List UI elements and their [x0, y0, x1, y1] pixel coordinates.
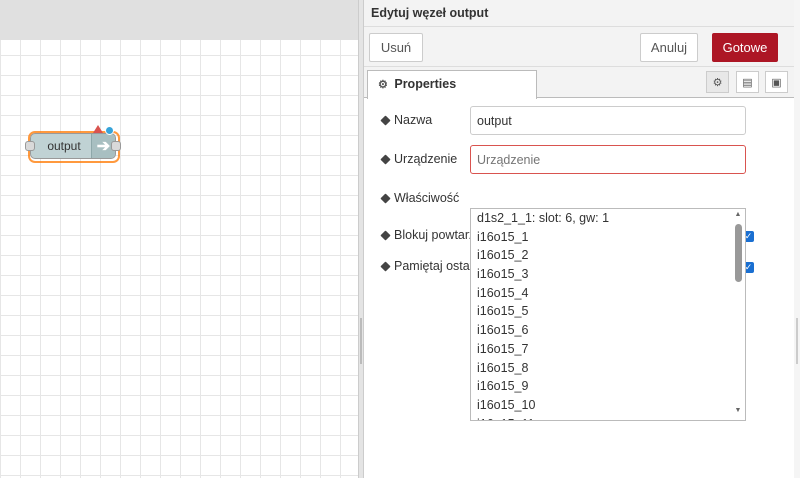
tab-properties-label: Properties	[394, 77, 457, 91]
right-scroll-edge	[794, 0, 800, 478]
block-repeat-label: Blokuj powtarz	[380, 228, 475, 242]
node-output-port[interactable]	[111, 141, 121, 151]
divider-grip[interactable]	[360, 318, 362, 364]
remember-last-label: Pamiętaj ostat	[380, 259, 473, 273]
right-grip[interactable]	[796, 318, 798, 364]
device-input[interactable]	[470, 145, 746, 174]
flow-workspace[interactable]: output ➔	[0, 0, 358, 478]
appearance-icon[interactable]: ▣	[765, 71, 788, 93]
dropdown-item[interactable]: d1s2_1_1: slot: 6, gw: 1	[471, 209, 745, 228]
tray-tabs: ⚙ Properties ⚙ ▤ ▣	[364, 67, 800, 99]
dropdown-item[interactable]: i16o15_11	[471, 415, 745, 420]
properties-form: Nazwa Urządzenie Właściwość Blokuj powta…	[364, 98, 800, 478]
property-label: Właściwość	[380, 191, 459, 205]
dropdown-item[interactable]: i16o15_4	[471, 284, 745, 303]
tray-toolbar: Usuń Anuluj Gotowe	[364, 27, 800, 67]
changed-indicator-icon	[105, 126, 114, 135]
dropdown-item[interactable]: i16o15_3	[471, 265, 745, 284]
dropdown-item[interactable]: i16o15_9	[471, 377, 745, 396]
scroll-up-icon[interactable]: ▲	[733, 211, 743, 221]
scroll-thumb[interactable]	[735, 224, 742, 282]
tag-icon	[380, 261, 391, 272]
cancel-button[interactable]: Anuluj	[640, 33, 698, 62]
name-input[interactable]	[470, 106, 746, 135]
delete-button[interactable]: Usuń	[369, 33, 423, 62]
node-selection-outline	[28, 131, 120, 163]
dropdown-item[interactable]: i16o15_7	[471, 340, 745, 359]
edit-tray: Edytuj węzeł output Usuń Anuluj Gotowe ⚙…	[364, 0, 800, 478]
warning-icon	[93, 125, 103, 133]
dropdown-item[interactable]: i16o15_8	[471, 359, 745, 378]
done-button[interactable]: Gotowe	[712, 33, 778, 62]
dropdown-item[interactable]: i16o15_1	[471, 228, 745, 247]
description-icon[interactable]: ▤	[736, 71, 759, 93]
device-dropdown-list[interactable]: d1s2_1_1: slot: 6, gw: 1 i16o15_1 i16o15_2…	[470, 208, 746, 421]
tab-properties[interactable]: ⚙ Properties	[367, 70, 537, 99]
dropdown-item[interactable]: i16o15_2	[471, 246, 745, 265]
device-label: Urządzenie	[380, 152, 457, 166]
scroll-down-icon[interactable]: ▼	[733, 407, 743, 417]
tag-icon	[380, 193, 391, 204]
dropdown-item[interactable]: i16o15_6	[471, 321, 745, 340]
node-input-port[interactable]	[25, 141, 35, 151]
output-node[interactable]: output ➔	[25, 125, 121, 163]
gear-icon: ⚙	[378, 79, 388, 91]
settings-gear-icon[interactable]: ⚙	[706, 71, 729, 93]
workspace-header-strip	[0, 0, 358, 40]
dropdown-scrollbar[interactable]: ▲ ▼	[731, 209, 745, 420]
name-label: Nazwa	[380, 113, 432, 127]
tag-icon	[380, 154, 391, 165]
dropdown-item[interactable]: i16o15_10	[471, 396, 745, 415]
tag-icon	[380, 115, 391, 126]
dropdown-items: d1s2_1_1: slot: 6, gw: 1 i16o15_1 i16o15_2…	[471, 209, 745, 420]
dropdown-item[interactable]: i16o15_5	[471, 302, 745, 321]
tag-icon	[380, 230, 391, 241]
tray-title: Edytuj węzeł output	[364, 0, 800, 27]
